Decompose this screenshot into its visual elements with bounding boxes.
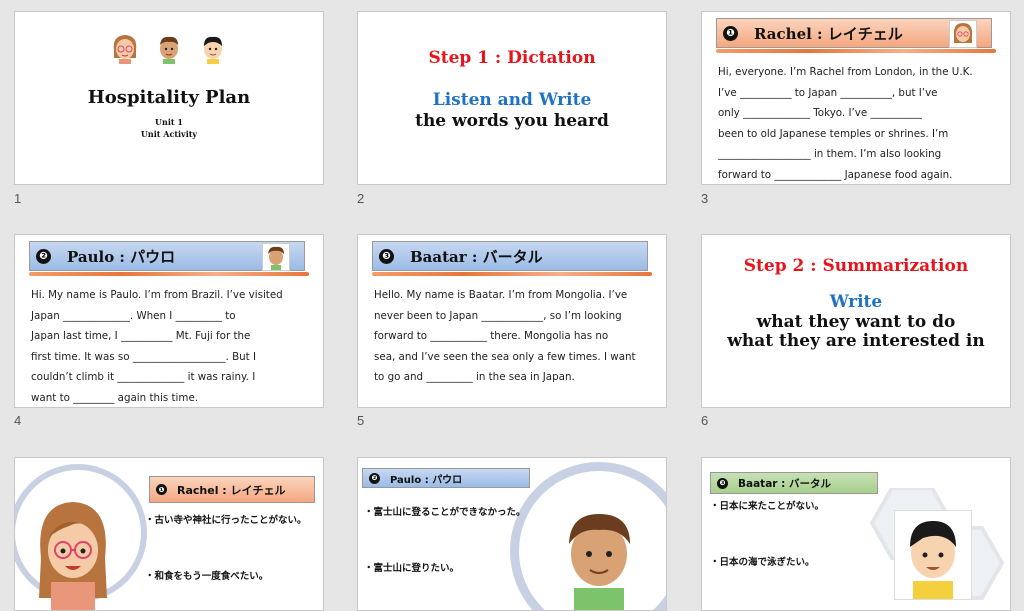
step-heading: Step 1 : Dictation [428,48,596,68]
text-line: only _____________ Tokyo. I’ve _________… [718,107,922,119]
instruction-line-1: Listen and Write [432,90,592,110]
dictation-text: Hi. My name is Paulo. I’m from Brazil. I… [31,285,309,407]
speaker-name: Paulo : パウロ [67,247,176,266]
instruction-line-3: what they are interested in [727,331,985,351]
speaker-name: Rachel : レイチェル [177,483,286,497]
slide-thumbnail-4[interactable]: ❷ Paulo : パウロ Hi. My name is Paulo. I’m … [14,234,324,408]
slide-thumbnail-9[interactable]: ❸ Baatar : バータル ・日本に来たことがない。 ・日本の海で泳ぎたい。 [701,457,1011,611]
paulo-avatar-icon [262,243,290,271]
text-line: to go and _________ in the sea in Japan. [374,371,575,383]
speaker-name: Paulo : パウロ [390,474,463,486]
step-heading: Step 2 : Summarization [743,256,969,276]
slide-number: 6 [701,413,709,428]
number-badge: ❷ [36,248,51,264]
number-badge: ❸ [717,477,728,489]
summary-item: ・和食をもう一度食べたい。 [145,571,269,582]
summary-item: ・富士山に登りたい。 [364,563,460,574]
paulo-portrait-icon [569,514,630,610]
text-line: sea, and I’ve seen the sea only a few ti… [374,350,636,363]
character-faces [15,32,323,64]
number-badge: ❶ [156,484,167,495]
slide-number: 3 [701,191,709,206]
text-line: forward to _____________ Japanese food a… [718,168,953,181]
slide-number: 2 [357,191,365,206]
speaker-tag: ❸ Baatar : バータル [710,472,878,494]
slide-thumbnail-6[interactable]: Step 2 : Summarization Write what they w… [701,234,1011,408]
slide-number: 5 [357,413,365,428]
slide-thumbnail-8[interactable]: ❷ Paulo : パウロ ・富士山に登ることができなかった。 ・富士山に登りた… [357,457,667,611]
speaker-tag: ❷ Paulo : パウロ [362,468,530,488]
slide-thumbnail-2[interactable]: Step 1 : Dictation Listen and Write the … [357,11,667,185]
presentation-title: Hospitality Plan [87,87,251,108]
activity-label: Unit Activity [140,129,198,139]
rachel-face-icon [113,35,137,64]
text-line: Hello. My name is Baatar. I’m from Mongo… [374,289,628,301]
slide-thumbnail-1[interactable]: Hospitality Plan Unit 1 Unit Activity [14,11,324,185]
divider-brush [372,272,652,276]
summary-item: ・日本の海で泳ぎたい。 [710,557,815,568]
slide-thumbnail-5[interactable]: ❸ Baatar : バータル Hello. My name is Baatar… [357,234,667,408]
divider-brush [716,49,996,53]
number-badge: ❸ [379,248,394,264]
slide-number: 1 [14,191,22,206]
slide-thumbnail-3[interactable]: ❶ Rachel : レイチェル Hi, everyone. I’m Rache… [701,11,1011,185]
portrait-frame [894,510,972,600]
speaker-name: Baatar : バータル [410,247,543,266]
text-line: never been to Japan ____________, so I’m… [374,309,622,322]
summary-item: ・古い寺や神社に行ったことがない。 [145,515,307,526]
unit-label: Unit 1 [155,117,183,127]
instruction-line-2: what they want to do [756,312,956,332]
baatar-face-icon [204,36,222,64]
speaker-header-bar: ❷ Paulo : パウロ [29,241,305,271]
speaker-name: Baatar : バータル [738,477,831,490]
slide-thumbnail-7[interactable]: ❶ Rachel : レイチェル ・古い寺や神社に行ったことがない。 ・和食をも… [14,457,324,611]
text-line: been to old Japanese temples or shrines.… [718,127,949,140]
number-badge: ❷ [369,472,380,484]
text-line: __________________ in them. I’m also loo… [718,148,942,160]
summary-item: ・日本に来たことがない。 [710,501,825,512]
number-badge: ❶ [723,25,738,41]
text-line: forward to ___________ there. Mongolia h… [374,330,609,342]
speaker-header-bar: ❸ Baatar : バータル [372,241,648,271]
speaker-name: Rachel : レイチェル [754,24,903,43]
instruction-line-1: Write [829,292,883,312]
text-line: want to ________ again this time. [31,391,199,404]
text-line: Hi. My name is Paulo. I’m from Brazil. I… [31,289,283,301]
instruction-line-2: the words you heard [415,111,609,131]
speaker-header-bar: ❶ Rachel : レイチェル [716,18,992,48]
paulo-face-icon [160,36,178,64]
text-line: I’ve __________ to Japan __________, but… [718,86,938,99]
divider-brush [29,272,309,276]
slide-number: 4 [14,413,22,428]
rachel-avatar-icon [949,20,977,48]
text-line: first time. It was so __________________… [31,350,257,363]
text-line: couldn’t climb it _____________ it was r… [31,371,256,383]
rachel-portrait-icon [39,502,107,610]
text-line: Japan _____________. When I _________ to [31,309,236,322]
dictation-text: Hi, everyone. I’m Rachel from London, in… [718,62,996,184]
dictation-text: Hello. My name is Baatar. I’m from Mongo… [374,285,652,388]
summary-item: ・富士山に登ることができなかった。 [364,507,526,518]
baatar-portrait-icon [910,521,956,599]
text-line: Japan last time, I __________ Mt. Fuji f… [31,330,251,342]
speaker-tag: ❶ Rachel : レイチェル [149,476,315,503]
text-line: Hi, everyone. I’m Rachel from London, in… [718,66,973,78]
